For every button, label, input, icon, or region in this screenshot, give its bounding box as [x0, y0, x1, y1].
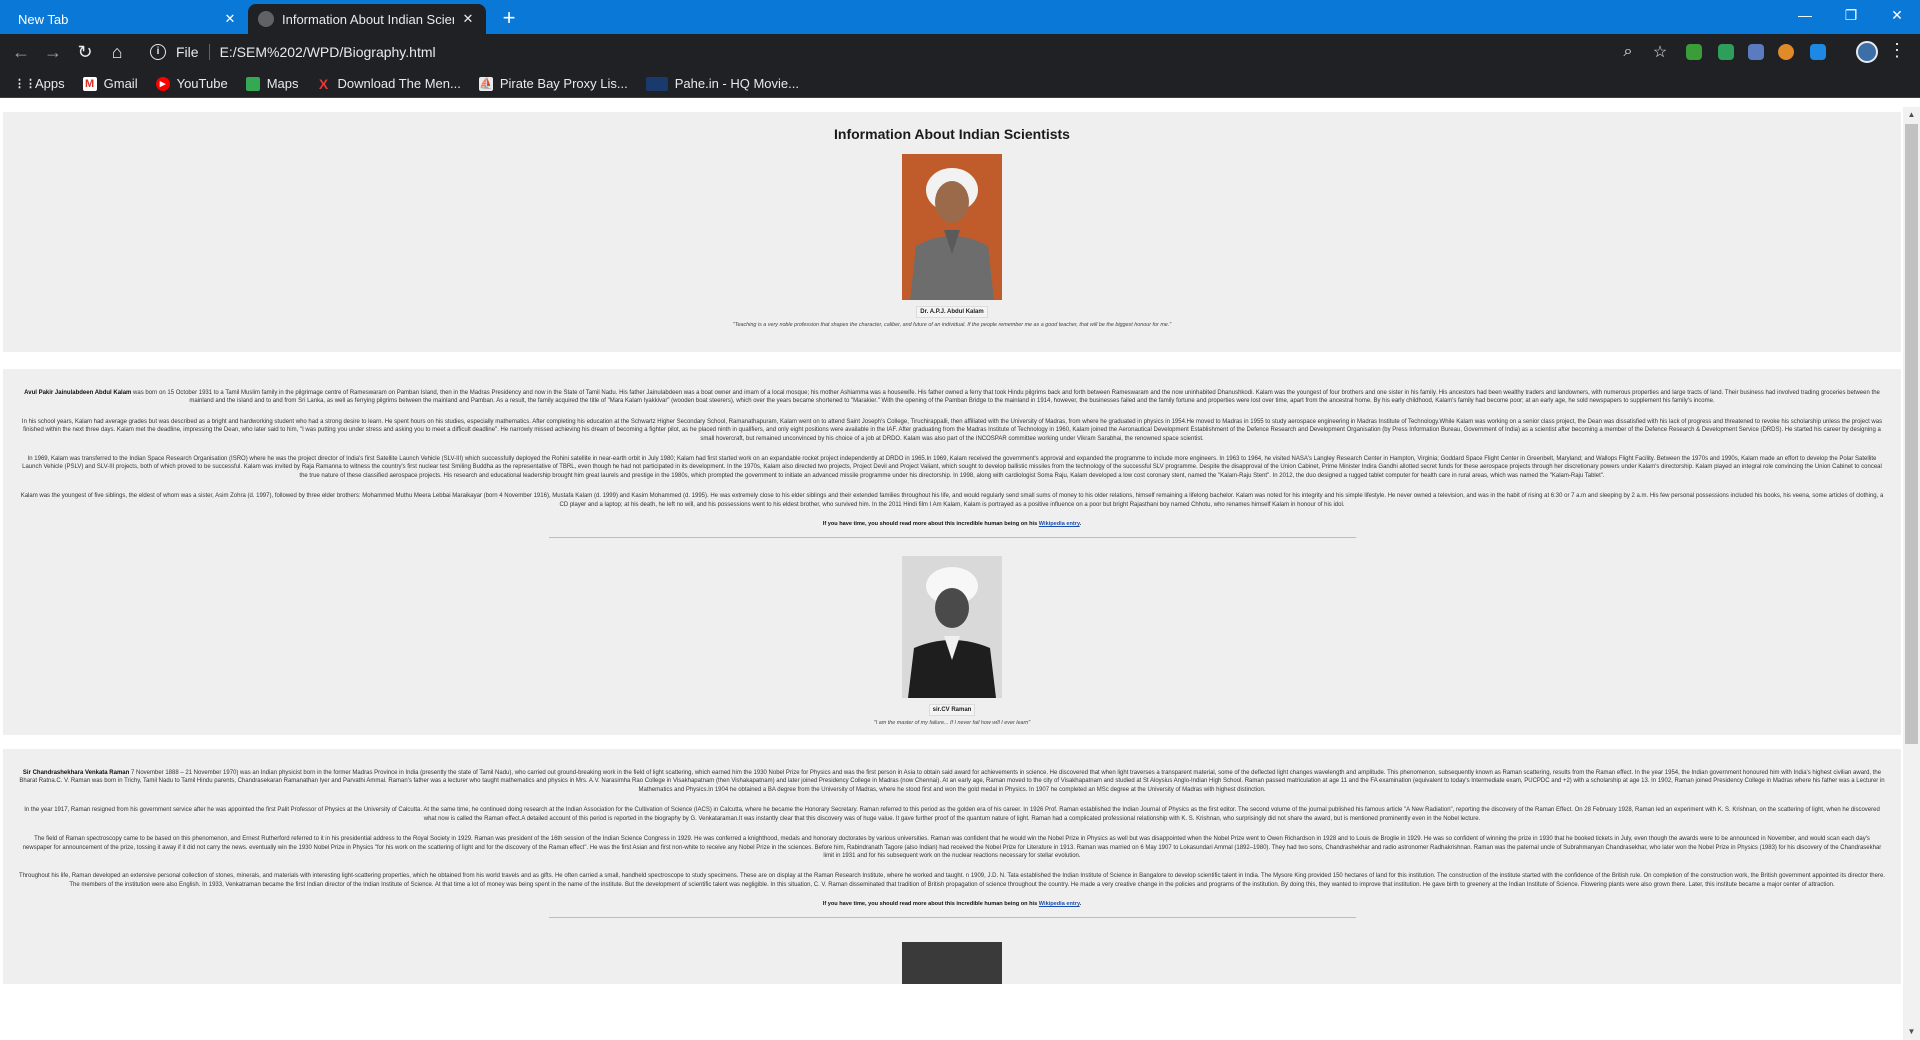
url-scheme: File — [176, 44, 210, 60]
scroll-down-icon[interactable]: ▼ — [1903, 1024, 1920, 1040]
vertical-scrollbar[interactable]: ▲ ▼ — [1903, 107, 1920, 1040]
biography-page: Information About Indian Scientists Dr. … — [3, 112, 1901, 985]
bookmarks-bar: ⋮⋮ Apps M Gmail ▸ YouTube Maps X Downloa… — [0, 70, 1920, 98]
bio-paragraph: Throughout his life, Raman developed an … — [19, 873, 1885, 888]
read-more-suffix: . — [1079, 521, 1082, 528]
read-more-line: If you have time, you should read more a… — [19, 521, 1885, 527]
read-more-text: If you have time, you should read more a… — [822, 521, 1039, 528]
raman-biography: Sir Chandrashekhara Venkata Raman 7 Nove… — [3, 749, 1901, 925]
tab-biography[interactable]: Information About Indian Scientists ✕ — [248, 4, 486, 34]
bio-paragraph: Sir Chandrashekhara Venkata Raman 7 Nove… — [19, 769, 1885, 794]
bio-paragraph: The field of Raman spectroscopy came to … — [22, 836, 1882, 859]
tab-label: New Tab — [18, 11, 69, 27]
kalam-biography: Avul Pakir Jainulabdeen Abdul Kalam was … — [3, 369, 1901, 545]
kalam-name: Dr. A.P.J. Abdul Kalam — [916, 306, 988, 318]
restore-icon[interactable]: ❐ — [1828, 0, 1874, 30]
bio-text: was born on 15 October 1931 to a Tamil M… — [131, 390, 1880, 405]
info-icon[interactable]: i — [150, 44, 166, 60]
bookmark-piratebay[interactable]: ⛵ Pirate Bay Proxy Lis... — [478, 76, 628, 91]
kalam-quote: "Teaching is a very noble profession tha… — [732, 322, 1172, 328]
bio-text: 7 November 1888 – 21 November 1970) was … — [19, 770, 1885, 793]
bookmark-gmail[interactable]: M Gmail — [82, 76, 138, 91]
bio-paragraph: In 1969, Kalam was transferred to the In… — [22, 456, 1882, 479]
bookmark-download[interactable]: X Download The Men... — [316, 75, 461, 92]
extension-icon[interactable] — [1748, 44, 1764, 60]
bio-paragraph: Avul Pakir Jainulabdeen Abdul Kalam was … — [19, 389, 1885, 406]
bio-paragraph: Kalam was the youngest of five siblings,… — [20, 493, 1884, 508]
extension-icon[interactable] — [1810, 44, 1826, 60]
avatar[interactable] — [1856, 41, 1878, 63]
wikipedia-link[interactable]: Wikipedia entry — [1039, 521, 1080, 527]
bookmark-apps[interactable]: ⋮⋮ Apps — [14, 76, 65, 91]
gmail-icon: M — [82, 76, 97, 91]
new-tab-button[interactable]: + — [496, 6, 522, 32]
bookmark-label: YouTube — [176, 76, 228, 91]
bookmark-youtube[interactable]: ▸ YouTube — [155, 76, 228, 91]
reload-icon[interactable]: ↻ — [72, 39, 98, 65]
section-divider — [548, 917, 1356, 919]
apps-grid-icon: ⋮⋮ — [14, 77, 36, 90]
bookmark-maps[interactable]: Maps — [245, 76, 299, 91]
read-more-suffix: . — [1079, 901, 1082, 908]
bio-name: Sir Chandrashekhara Venkata Raman — [22, 770, 130, 777]
scroll-thumb[interactable] — [1905, 124, 1918, 744]
tab-label: Information About Indian Scientists — [282, 11, 454, 27]
next-scientist-header — [3, 924, 1901, 985]
bookmark-label: Pahe.in - HQ Movie... — [674, 76, 799, 91]
close-tab-icon[interactable]: ✕ — [222, 11, 238, 27]
bookmark-pahe[interactable]: Pahe.in - HQ Movie... — [645, 76, 799, 91]
scroll-up-icon[interactable]: ▲ — [1903, 107, 1920, 123]
bio-paragraph: In the year 1917, Raman resigned from hi… — [24, 807, 1880, 822]
youtube-icon: ▸ — [155, 76, 170, 91]
bookmark-label: Gmail — [103, 76, 138, 91]
menu-icon[interactable]: ⋮ — [1888, 40, 1906, 61]
page-viewport: Information About Indian Scientists Dr. … — [0, 107, 1920, 1040]
minimize-icon[interactable]: — — [1782, 0, 1828, 30]
raman-quote: "I am the master of my failure... If I n… — [873, 720, 1031, 727]
kalam-header: Information About Indian Scientists Dr. … — [3, 112, 1901, 352]
bookmark-label: Pirate Bay Proxy Lis... — [499, 76, 628, 91]
bio-name: Avul Pakir Jainulabdeen Abdul Kalam — [24, 390, 132, 396]
forward-icon[interactable]: → — [40, 39, 66, 65]
address-bar[interactable]: i File E:/SEM%202/WPD/Biography.html ⌕ ☆ — [140, 38, 1676, 66]
raman-portrait — [902, 556, 1002, 699]
bookmark-label: Apps — [35, 76, 65, 91]
maps-icon — [245, 76, 260, 91]
read-more-text: If you have time, you should read more a… — [822, 901, 1039, 908]
close-window-icon[interactable]: ✕ — [1874, 0, 1920, 30]
globe-icon — [258, 11, 274, 27]
read-more-line: If you have time, you should read more a… — [19, 901, 1885, 907]
title-bar: New Tab ✕ Information About Indian Scien… — [0, 0, 1920, 34]
url-text[interactable]: E:/SEM%202/WPD/Biography.html — [220, 44, 436, 60]
bookmark-star-icon[interactable]: ☆ — [1644, 42, 1676, 62]
wikipedia-link[interactable]: Wikipedia entry — [1039, 901, 1080, 907]
home-icon[interactable]: ⌂ — [104, 39, 130, 65]
tab-new-tab[interactable]: New Tab ✕ — [8, 4, 248, 34]
spacer — [3, 352, 1901, 369]
raman-name: sir.CV Raman — [928, 704, 976, 717]
bio-paragraph: In his school years, Kalam had average g… — [21, 418, 1883, 442]
x-icon: X — [318, 75, 329, 92]
bookmark-label: Maps — [266, 76, 299, 91]
section-divider — [548, 537, 1356, 539]
browser-toolbar: ← → ↻ ⌂ i File E:/SEM%202/WPD/Biography.… — [0, 34, 1920, 70]
back-icon[interactable]: ← — [8, 39, 34, 65]
kalam-portrait — [902, 154, 1002, 300]
cookie-icon[interactable] — [1778, 44, 1794, 60]
next-portrait — [902, 942, 1002, 985]
bookmark-label: Download The Men... — [337, 76, 461, 91]
close-tab-icon[interactable]: ✕ — [460, 11, 476, 27]
shield-icon[interactable] — [1718, 44, 1734, 60]
page-title: Information About Indian Scientists — [834, 126, 1070, 142]
pahe-icon — [645, 76, 668, 91]
ship-icon: ⛵ — [478, 76, 493, 91]
extension-icon[interactable] — [1686, 44, 1702, 60]
zoom-icon[interactable]: ⌕ — [1612, 43, 1644, 61]
raman-header: sir.CV Raman "I am the master of my fail… — [3, 544, 1901, 736]
spacer — [3, 735, 1901, 750]
